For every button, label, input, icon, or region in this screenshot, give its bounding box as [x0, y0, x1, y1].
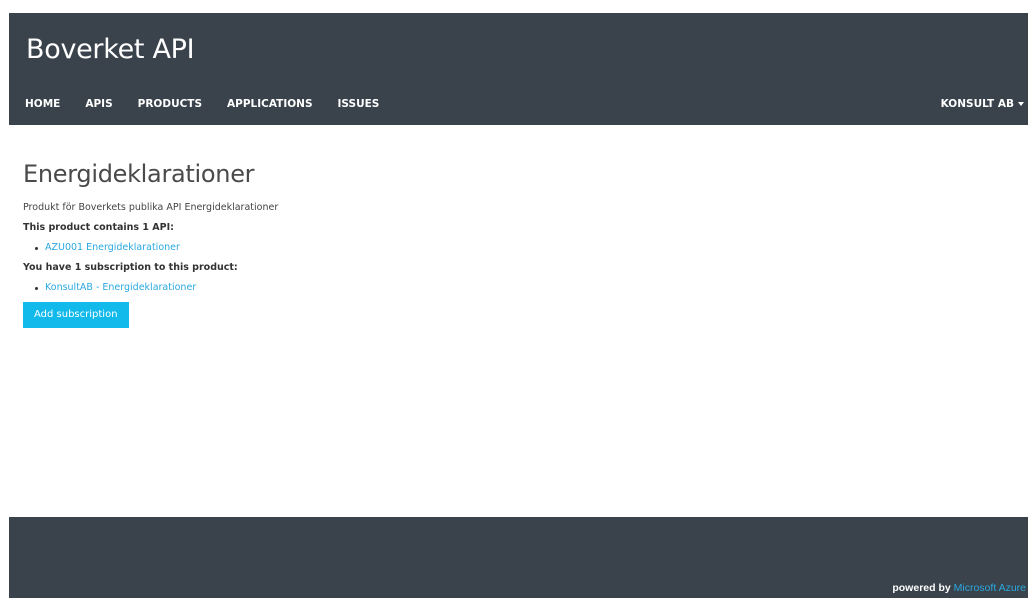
nav-apis[interactable]: APIS	[85, 98, 112, 110]
api-link[interactable]: AZU001 Energideklarationer	[45, 242, 180, 253]
list-item: AZU001 Energideklarationer	[35, 242, 278, 253]
product-description: Produkt för Boverkets publika API Energi…	[23, 202, 279, 213]
subscription-link[interactable]: KonsultAB - Energideklarationer	[45, 282, 196, 293]
user-menu[interactable]: KONSULT AB	[941, 98, 1024, 110]
site-title[interactable]: Boverket API	[26, 34, 195, 65]
subscriptions-heading: You have 1 subscription to this product:	[23, 262, 238, 273]
site-footer: powered by Microsoft Azure	[9, 517, 1028, 598]
main-nav: HOME APIS PRODUCTS APPLICATIONS ISSUES	[25, 98, 404, 110]
microsoft-azure-link[interactable]: Microsoft Azure	[954, 582, 1026, 594]
api-list: AZU001 Energideklarationer	[23, 242, 278, 253]
add-subscription-button[interactable]: Add subscription	[23, 302, 129, 328]
user-menu-label: KONSULT AB	[940, 98, 1014, 110]
nav-applications[interactable]: APPLICATIONS	[227, 98, 312, 110]
nav-home[interactable]: HOME	[25, 98, 60, 110]
list-item: KonsultAB - Energideklarationer	[35, 282, 278, 293]
powered-by-prefix: powered by	[892, 582, 951, 594]
powered-by: powered by Microsoft Azure	[892, 582, 1026, 594]
subscription-list: KonsultAB - Energideklarationer	[23, 282, 278, 293]
apis-heading: This product contains 1 API:	[23, 222, 174, 233]
caret-down-icon	[1018, 102, 1024, 106]
nav-issues[interactable]: ISSUES	[338, 98, 380, 110]
nav-products[interactable]: PRODUCTS	[138, 98, 202, 110]
main-content: Energideklarationer Produkt för Boverket…	[23, 160, 278, 328]
site-header: Boverket API HOME APIS PRODUCTS APPLICAT…	[9, 13, 1028, 125]
page-title: Energideklarationer	[23, 160, 255, 188]
page: Boverket API HOME APIS PRODUCTS APPLICAT…	[0, 0, 1028, 598]
